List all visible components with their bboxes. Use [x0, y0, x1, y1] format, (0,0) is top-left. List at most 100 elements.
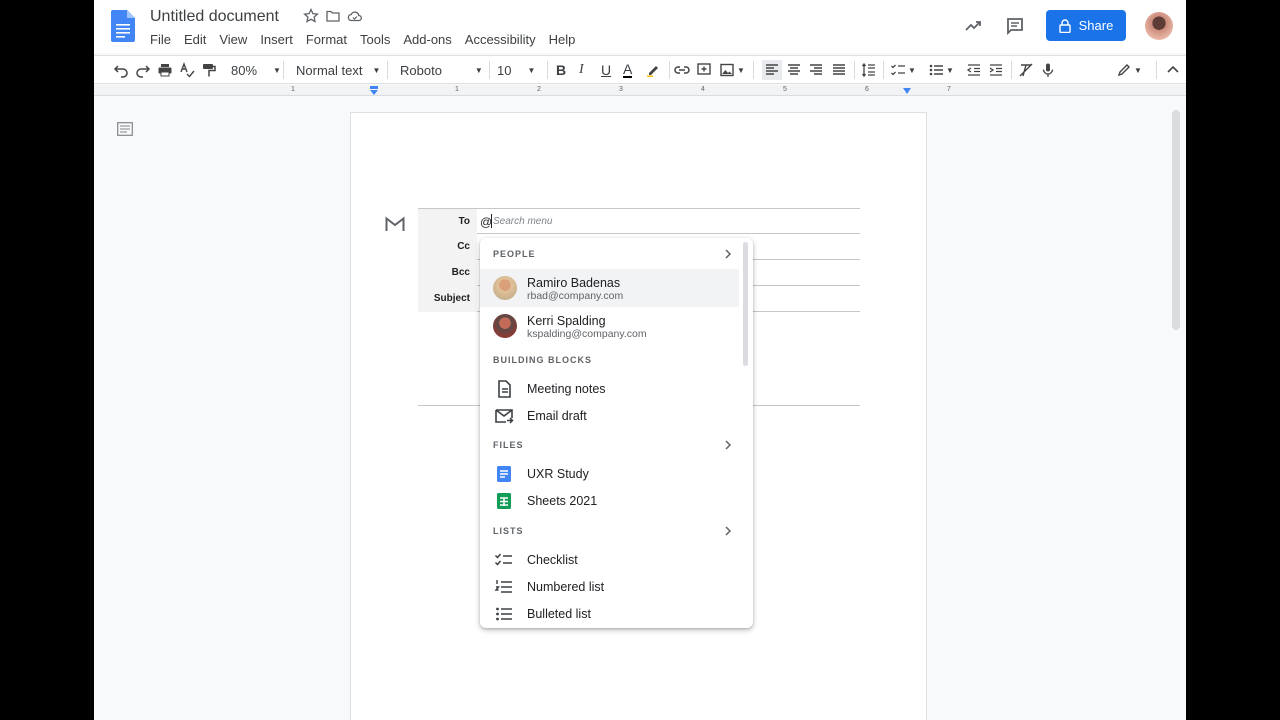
- insert-image-icon[interactable]: ▼: [719, 62, 745, 78]
- gmail-icon: [385, 216, 405, 231]
- decrease-indent-icon[interactable]: [966, 62, 982, 78]
- spellcheck-icon[interactable]: [179, 62, 195, 78]
- line-spacing-icon[interactable]: [861, 62, 877, 78]
- menu-addons[interactable]: Add-ons: [403, 32, 451, 47]
- menu-insert[interactable]: Insert: [260, 32, 293, 47]
- highlight-icon[interactable]: [645, 62, 661, 78]
- docs-window: Untitled document File Edit View Insert …: [94, 0, 1186, 720]
- bulleted-list-icon[interactable]: ▼: [928, 62, 954, 78]
- section-files: FILES: [493, 440, 524, 450]
- italic-icon[interactable]: I: [579, 62, 584, 78]
- avatar: [493, 314, 517, 338]
- ruler[interactable]: 1 1 2 3 4 5 6 7: [94, 85, 1186, 96]
- google-sheets-file-icon: [497, 493, 511, 509]
- menu-item-label: Email draft: [527, 409, 587, 423]
- text-color-icon[interactable]: A: [623, 61, 633, 78]
- person-item[interactable]: Kerri Spalding kspalding@company.com: [480, 307, 739, 345]
- share-button[interactable]: Share: [1046, 10, 1126, 41]
- increase-indent-icon[interactable]: [988, 62, 1004, 78]
- document-outline-icon[interactable]: [117, 122, 133, 136]
- menu-item-bulleted-list[interactable]: Bulleted list: [480, 602, 739, 626]
- bulleted-list-icon: [496, 607, 512, 621]
- menu-view[interactable]: View: [219, 32, 247, 47]
- font-value: Roboto: [400, 62, 442, 78]
- person-name: Kerri Spalding: [527, 314, 606, 328]
- docs-logo-icon[interactable]: [111, 10, 135, 42]
- undo-icon[interactable]: [113, 62, 129, 78]
- menu-accessibility[interactable]: Accessibility: [465, 32, 536, 47]
- cloud-status-icon[interactable]: [347, 8, 363, 24]
- email-to-label: To: [418, 209, 477, 235]
- font-size-value: 10: [497, 62, 512, 78]
- style-value: Normal text: [296, 62, 363, 78]
- add-comment-icon[interactable]: [696, 62, 712, 78]
- align-center-icon[interactable]: [786, 62, 802, 78]
- menu-item-numbered-list[interactable]: Numbered list: [480, 575, 739, 599]
- font-select[interactable]: Roboto ▼: [400, 62, 483, 78]
- menu-item-label: UXR Study: [527, 467, 589, 481]
- menu-item-label: Bulleted list: [527, 607, 591, 621]
- checklist-icon[interactable]: ▼: [890, 62, 916, 78]
- right-indent-marker-icon[interactable]: [903, 88, 911, 94]
- document-icon: [498, 380, 511, 398]
- menu-tools[interactable]: Tools: [360, 32, 390, 47]
- email-draft-icon: [495, 409, 514, 424]
- ruler-label: 3: [619, 86, 623, 93]
- align-left-icon[interactable]: [762, 60, 782, 80]
- menu-file[interactable]: File: [150, 32, 171, 47]
- dropdown-arrow-icon: ▼: [273, 65, 281, 75]
- ruler-label: 4: [701, 86, 705, 93]
- menu-item-label: Checklist: [527, 553, 578, 567]
- menu-item-uxr-study[interactable]: UXR Study: [480, 462, 739, 486]
- menu-item-label: Numbered list: [527, 580, 605, 594]
- chevron-right-icon[interactable]: [723, 440, 733, 450]
- menu-item-meeting-notes[interactable]: Meeting notes: [480, 377, 739, 401]
- chevron-right-icon[interactable]: [723, 526, 733, 536]
- vertical-scrollbar[interactable]: [1172, 110, 1180, 330]
- zoom-value: 80%: [231, 62, 258, 78]
- menu-item-email-draft[interactable]: Email draft: [480, 404, 739, 428]
- menu-scrollbar[interactable]: [743, 242, 748, 366]
- activity-trend-icon[interactable]: [964, 16, 984, 36]
- paint-format-icon[interactable]: [201, 62, 217, 78]
- align-right-icon[interactable]: [808, 62, 824, 78]
- redo-icon[interactable]: [135, 62, 151, 78]
- collapse-toolbar-icon[interactable]: [1165, 62, 1181, 78]
- comments-icon[interactable]: [1005, 16, 1025, 36]
- menu-format[interactable]: Format: [306, 32, 347, 47]
- link-icon[interactable]: [674, 62, 690, 78]
- menu-item-label: Meeting notes: [527, 382, 606, 396]
- print-icon[interactable]: [157, 62, 173, 78]
- dropdown-arrow-icon: ▼: [527, 65, 536, 75]
- menu-edit[interactable]: Edit: [184, 32, 206, 47]
- folder-icon[interactable]: [325, 8, 341, 24]
- underline-icon[interactable]: U: [601, 62, 611, 78]
- account-avatar[interactable]: [1145, 12, 1173, 40]
- left-indent-marker-icon[interactable]: [370, 86, 378, 95]
- ruler-label: 1: [455, 86, 459, 93]
- zoom-select[interactable]: 80% ▼: [231, 62, 281, 78]
- email-cc-label: Cc: [418, 234, 477, 260]
- person-name: Ramiro Badenas: [527, 276, 621, 290]
- ruler-label: 6: [865, 86, 869, 93]
- menu-help[interactable]: Help: [549, 32, 576, 47]
- align-justify-icon[interactable]: [831, 62, 847, 78]
- style-select[interactable]: Normal text ▼: [296, 62, 380, 78]
- document-title[interactable]: Untitled document: [150, 8, 279, 26]
- lock-icon: [1058, 18, 1071, 33]
- insert-menu-dropdown: PEOPLE Ramiro Badenas rbad@company.com K…: [480, 238, 753, 628]
- person-item[interactable]: Ramiro Badenas rbad@company.com: [480, 269, 739, 307]
- voice-typing-icon[interactable]: [1040, 62, 1056, 78]
- toolbar: 80% ▼ Normal text ▼ Roboto ▼ 10 ▼ B I U A ▼ …: [94, 55, 1186, 84]
- menu-item-checklist[interactable]: Checklist: [480, 548, 739, 572]
- search-menu-input[interactable]: Search menu: [493, 216, 552, 227]
- menu-item-label: Sheets 2021: [527, 494, 598, 508]
- menu-item-sheets-2021[interactable]: Sheets 2021: [480, 489, 739, 513]
- star-icon[interactable]: [303, 7, 319, 24]
- editing-mode-icon[interactable]: ▼: [1116, 62, 1142, 78]
- font-size-select[interactable]: 10 ▼: [497, 62, 535, 78]
- clear-formatting-icon[interactable]: [1018, 62, 1034, 78]
- chevron-right-icon[interactable]: [723, 249, 733, 259]
- section-building-blocks: BUILDING BLOCKS: [493, 355, 592, 365]
- bold-icon[interactable]: B: [556, 62, 566, 78]
